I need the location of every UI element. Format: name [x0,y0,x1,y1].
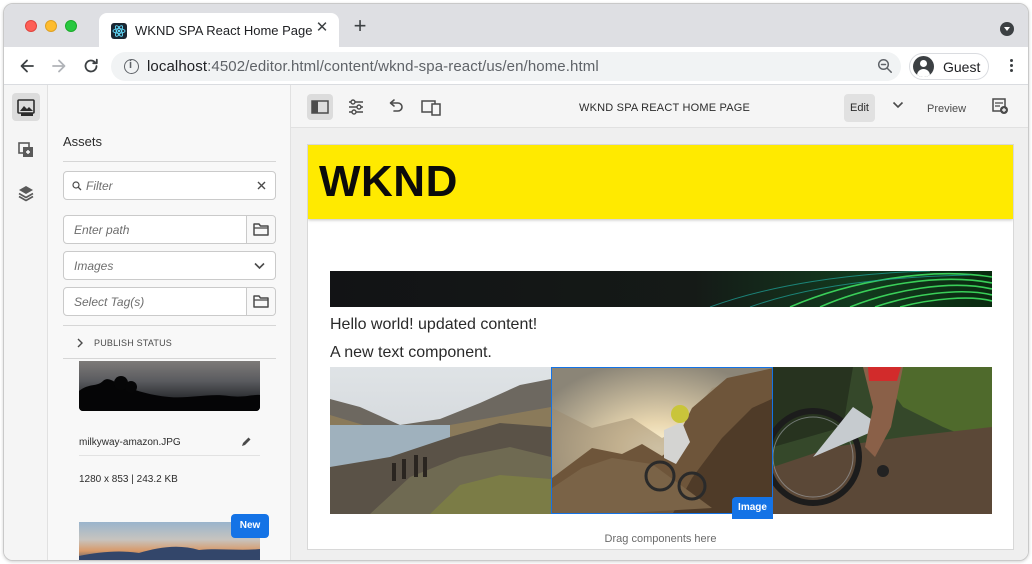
text-component-1[interactable]: Hello world! updated content! [330,316,537,334]
search-icon [72,181,82,191]
side-rail [4,85,48,560]
react-favicon-icon [111,23,127,39]
path-placeholder: Enter path [74,223,130,237]
address-bar[interactable]: localhost:4502/editor.html/content/wknd-… [111,52,901,81]
editor-toolbar: WKND SPA REACT HOME PAGE Edit Preview [291,85,1028,128]
profile-button[interactable]: Guest [909,53,989,80]
edit-mode-button[interactable]: Edit [844,94,875,122]
tags-placeholder: Select Tag(s) [74,295,145,309]
folder-icon [253,295,269,308]
site-info-icon[interactable] [124,59,139,74]
chevron-down-icon [254,262,265,270]
wknd-logo: WKND [319,157,458,206]
maximize-window-button[interactable] [65,20,77,32]
tab-title: WKND SPA React Home Page [135,23,313,38]
components-rail-icon[interactable] [12,136,40,164]
page-properties-icon[interactable] [343,94,369,120]
preview-button[interactable]: Preview [927,103,966,115]
new-badge: New [231,514,269,538]
undo-icon[interactable] [382,94,408,120]
aem-editor-app: Assets Filter Enter path Images Select T… [4,85,1028,560]
toggle-side-panel-icon[interactable] [307,94,333,120]
text-component-2[interactable]: A new text component. [330,344,492,362]
url-path: :4502/editor.html/content/wknd-spa-react… [207,58,599,75]
assets-rail-icon[interactable] [12,93,40,121]
tab-search-chevron-icon[interactable] [1000,22,1014,36]
close-window-button[interactable] [25,20,37,32]
asset-name: milkyway-amazon.JPG [79,437,181,448]
publish-status-label: PUBLISH STATUS [94,338,172,348]
tab-strip: WKND SPA React Home Page ✕ + [4,4,1028,47]
asset-meta: 1280 x 853 | 243.2 KB [79,474,178,485]
panel-divider [63,325,276,326]
drag-components-placeholder[interactable]: Drag components here [308,533,1013,545]
reload-icon[interactable] [81,56,101,76]
image-bike-closeup[interactable] [773,367,992,514]
tags-field[interactable]: Select Tag(s) [63,287,276,316]
image-lake-hikers[interactable] [330,367,551,514]
browser-menu-icon[interactable] [1010,59,1014,75]
wknd-header: WKND [308,145,1013,219]
path-browse-button[interactable] [246,216,275,243]
folder-icon [253,223,269,236]
page-canvas: WKND Hello world! updated content! A new… [307,144,1014,550]
back-arrow-icon[interactable] [17,56,37,76]
url-host: localhost [147,58,208,75]
browser-toolbar: localhost:4502/editor.html/content/wknd-… [4,47,1028,85]
mode-dropdown-chevron-icon[interactable] [892,100,904,110]
content-tree-rail-icon[interactable] [12,179,40,207]
image-mountain-biker-selected[interactable] [551,367,773,514]
filter-placeholder: Filter [86,179,113,193]
url-text: localhost:4502/editor.html/content/wknd-… [147,58,599,75]
minimize-window-button[interactable] [45,20,57,32]
edit-pencil-icon[interactable] [241,436,252,447]
path-field[interactable]: Enter path [63,215,276,244]
publish-page-icon[interactable] [991,97,1009,115]
image-component-badge[interactable]: Image [732,497,773,519]
emulator-toggle-icon[interactable] [418,94,444,120]
tags-browse-button[interactable] [246,288,275,315]
browser-window: WKND SPA React Home Page ✕ + localhost:4… [3,3,1029,561]
banner-image[interactable] [330,271,992,307]
zoom-icon[interactable] [877,58,893,74]
filter-input[interactable]: Filter [63,171,276,200]
browser-tab[interactable]: WKND SPA React Home Page ✕ [99,13,339,47]
editor-page-title: WKND SPA REACT HOME PAGE [579,102,751,114]
avatar-icon [913,56,934,77]
asset-thumbnail-milkyway[interactable] [79,361,260,411]
chevron-right-icon [77,338,83,348]
page-editor: WKND SPA REACT HOME PAGE Edit Preview WK… [291,85,1028,560]
asset-type-value: Images [74,259,114,273]
assets-panel: Assets Filter Enter path Images Select T… [48,85,291,560]
panel-divider [63,161,276,162]
panel-title: Assets [63,134,103,149]
new-tab-button[interactable]: + [350,15,370,37]
profile-label: Guest [943,59,981,75]
publish-status-toggle[interactable]: PUBLISH STATUS [63,327,276,359]
clear-filter-icon[interactable] [257,181,266,190]
asset-divider [79,455,260,456]
forward-arrow-icon[interactable] [49,56,69,76]
tab-close-icon[interactable]: ✕ [313,19,331,37]
asset-type-select[interactable]: Images [63,251,276,280]
